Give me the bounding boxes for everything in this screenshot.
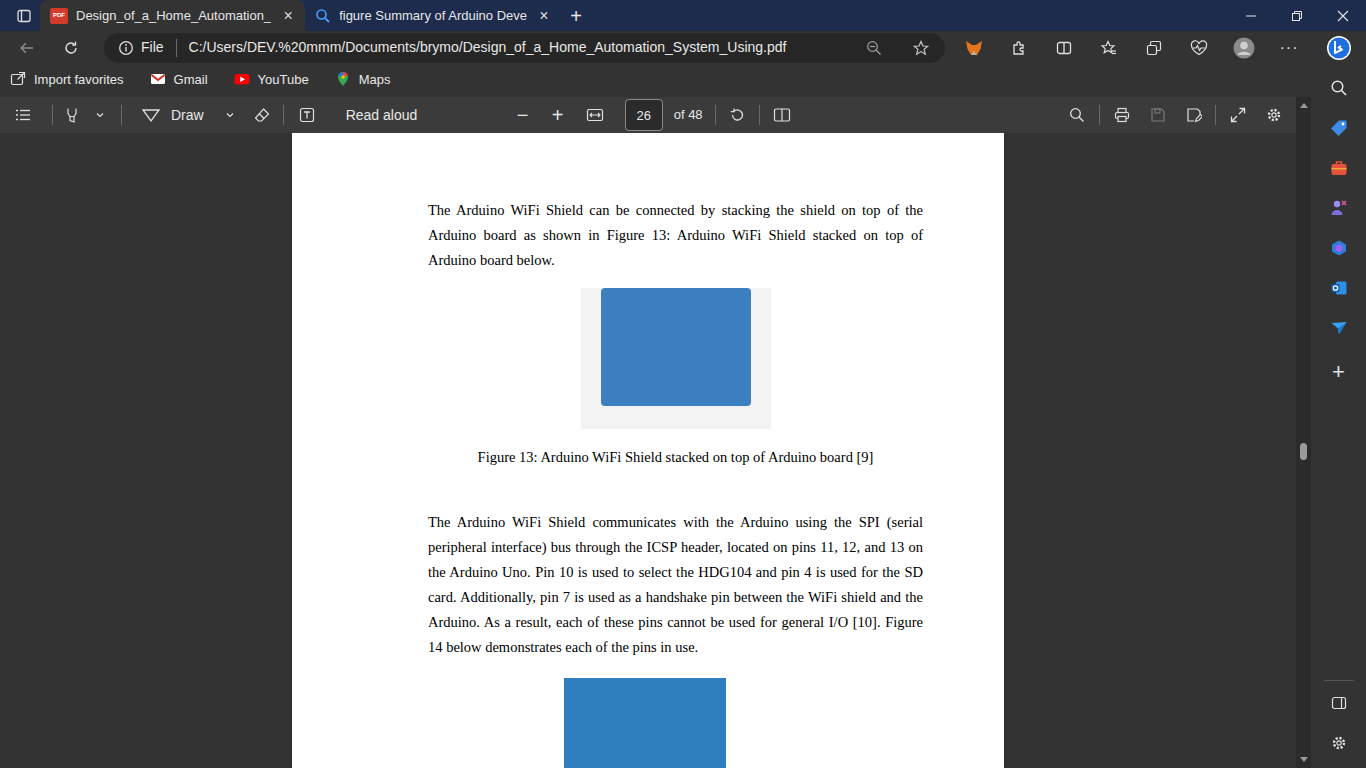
scroll-up-icon[interactable]	[1300, 103, 1308, 108]
pdf-icon: PDF	[50, 8, 68, 24]
tab-close-button[interactable]: ×	[279, 8, 297, 24]
youtube-icon	[234, 71, 250, 87]
tools-briefcase-icon[interactable]	[1321, 150, 1357, 186]
favorite-star-icon[interactable]	[905, 33, 937, 63]
favorites-icon[interactable]	[1091, 33, 1127, 63]
save-as-icon[interactable]	[1178, 100, 1210, 130]
add-sidebar-app-button[interactable]: +	[1321, 354, 1357, 390]
url-scheme: File	[141, 37, 164, 58]
copilot-logo-icon[interactable]	[1321, 33, 1357, 63]
new-tab-button[interactable]: +	[561, 1, 591, 31]
favorite-item[interactable]: Gmail	[146, 70, 212, 90]
fox-extension-icon[interactable]	[956, 33, 992, 63]
pdf-toolbar: Draw Read aloud − +	[0, 97, 1296, 134]
zoom-in-button[interactable]: +	[542, 100, 574, 130]
outlook-icon[interactable]	[1321, 270, 1357, 306]
tab-strip: PDF Design_of_a_Home_Automation_ × figur…	[0, 0, 1366, 31]
zoom-out-icon[interactable]	[858, 33, 890, 63]
back-arrow-icon[interactable]	[11, 33, 43, 63]
page-count: of 48	[674, 105, 704, 125]
save-disk-icon	[1142, 100, 1174, 130]
page-number-field[interactable]	[625, 99, 663, 131]
gmail-icon	[150, 71, 166, 87]
favorite-label: YouTube	[258, 70, 309, 90]
maps-pin-icon	[335, 71, 351, 87]
figure-photo	[564, 678, 726, 768]
search-icon[interactable]	[1321, 70, 1357, 106]
tab-label: Design_of_a_Home_Automation_	[76, 6, 271, 26]
draw-options-caret-icon[interactable]	[222, 100, 238, 130]
address-bar-row: File C:/Users/DEV.%20mmm/Documents/brymo…	[0, 31, 1366, 65]
favorite-item[interactable]: Maps	[331, 70, 395, 90]
scroll-down-icon[interactable]	[1300, 757, 1308, 762]
contents-list-icon[interactable]	[7, 100, 39, 130]
fit-width-icon[interactable]	[579, 100, 611, 130]
eraser-icon[interactable]	[246, 100, 278, 130]
split-screen-icon[interactable]	[1046, 33, 1082, 63]
url-text[interactable]: C:/Users/DEV.%20mmm/Documents/brymo/Desi…	[189, 37, 851, 58]
find-search-icon[interactable]	[1061, 100, 1093, 130]
scroll-thumb[interactable]	[1300, 443, 1307, 460]
zoom-out-button[interactable]: −	[507, 100, 539, 130]
address-field[interactable]: File C:/Users/DEV.%20mmm/Documents/brymo…	[104, 33, 945, 63]
page-view-icon[interactable]	[766, 100, 798, 130]
games-person-icon[interactable]	[1321, 190, 1357, 226]
tab-close-button[interactable]: ×	[535, 8, 553, 24]
read-aloud-button[interactable]: Read aloud	[346, 105, 496, 126]
refresh-icon[interactable]	[55, 33, 87, 63]
favorite-label: Maps	[359, 70, 391, 90]
favorite-item[interactable]: YouTube	[230, 70, 313, 90]
tab-actions-icon[interactable]	[8, 1, 40, 31]
health-heart-icon[interactable]	[1181, 33, 1217, 63]
pdf-page: The Arduino WiFi Shield can be connected…	[292, 133, 1004, 768]
shopping-tag-icon[interactable]	[1321, 110, 1357, 146]
extensions-puzzle-icon[interactable]	[1001, 33, 1037, 63]
minimize-icon[interactable]	[1228, 0, 1274, 31]
close-icon[interactable]	[1320, 0, 1366, 31]
restore-icon[interactable]	[1274, 0, 1320, 31]
print-icon[interactable]	[1106, 100, 1138, 130]
paragraph: The Arduino WiFi Shield can be connected…	[428, 198, 923, 273]
search-icon	[315, 8, 331, 24]
pdf-viewer[interactable]: The Arduino WiFi Shield can be connected…	[0, 133, 1296, 768]
collections-icon[interactable]	[1136, 33, 1172, 63]
hide-sidebar-icon[interactable]	[1321, 685, 1357, 721]
figure-photo	[581, 288, 771, 429]
favorite-item[interactable]: Import favorites	[6, 70, 128, 90]
favorite-label: Gmail	[174, 70, 208, 90]
import-icon	[10, 71, 26, 87]
edge-sidebar: +	[1311, 65, 1366, 768]
profile-avatar-icon[interactable]	[1226, 33, 1262, 63]
info-icon[interactable]	[118, 40, 134, 56]
sidebar-settings-gear-icon[interactable]	[1321, 725, 1357, 761]
settings-gear-icon[interactable]	[1258, 100, 1290, 130]
copilot-icon[interactable]	[1321, 230, 1357, 266]
browser-tab[interactable]: figure Summary of Arduino Deve ×	[305, 0, 561, 31]
draw-button[interactable]: Draw	[171, 105, 204, 126]
send-plane-icon[interactable]	[1321, 310, 1357, 346]
tab-label: figure Summary of Arduino Deve	[339, 6, 527, 26]
browser-tab[interactable]: PDF Design_of_a_Home_Automation_ ×	[40, 0, 305, 31]
highlighter-icon[interactable]	[56, 100, 88, 130]
rotate-icon[interactable]	[721, 100, 753, 130]
scrollbar[interactable]	[1296, 97, 1311, 768]
fullscreen-icon[interactable]	[1222, 100, 1254, 130]
scroll-track[interactable]	[1299, 114, 1308, 751]
paragraph: The Arduino WiFi Shield communicates wit…	[428, 510, 923, 660]
text-box-icon[interactable]	[291, 100, 323, 130]
favorites-bar: Import favorites Gmail YouTube Maps	[0, 65, 1311, 94]
draw-pen-icon[interactable]	[141, 107, 161, 123]
more-menu-button[interactable]: ···	[1271, 33, 1307, 63]
favorite-label: Import favorites	[34, 70, 124, 90]
highlight-options-caret-icon[interactable]	[92, 100, 108, 130]
figure-caption: Figure 13: Arduino WiFi Shield stacked o…	[428, 445, 923, 470]
